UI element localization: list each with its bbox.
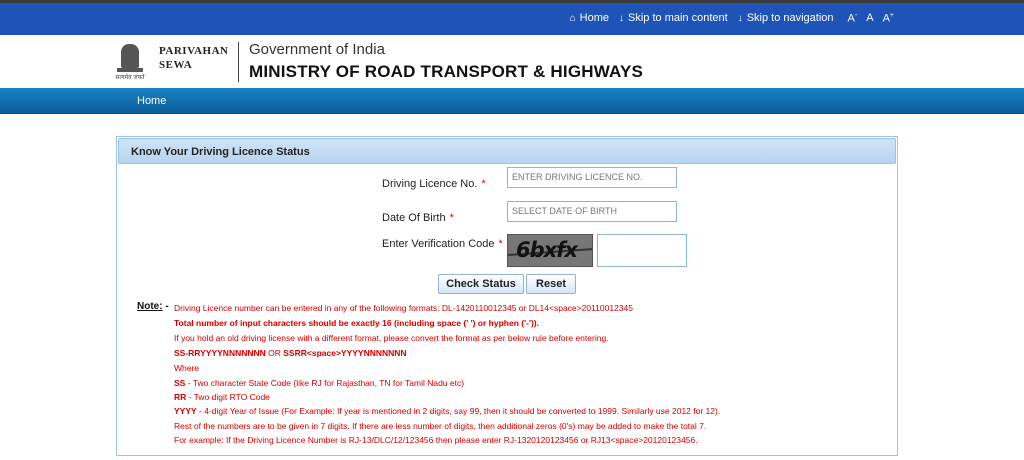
main-nav: Home	[0, 88, 1024, 114]
note-line: Driving Licence number can be entered in…	[174, 303, 633, 313]
font-normal-button[interactable]: A	[866, 12, 873, 25]
check-status-button[interactable]: Check Status	[438, 274, 524, 294]
government-title: Government of India	[249, 41, 385, 58]
note-line: Where	[174, 363, 200, 373]
arrow-down-icon: ↓	[737, 12, 743, 24]
note-line: RR - Two digit RTO Code	[174, 392, 270, 402]
panel-header: Know Your Driving Licence Status	[118, 138, 896, 164]
note-line: For example: If the Driving Licence Numb…	[174, 435, 698, 445]
ministry-title: MINISTRY OF ROAD TRANSPORT & HIGHWAYS	[249, 62, 644, 81]
note-line: SS-RRYYYYNNNNNNN OR SSRR<space>YYYYNNNNN…	[174, 348, 407, 358]
note-line: If you hold an old driving license with …	[174, 333, 609, 343]
emblem-motto: सत्यमेव जयते	[115, 75, 145, 81]
site-header: सत्यमेव जयते PARIVAHAN SEWA Government o…	[0, 35, 1024, 88]
font-size-controls: A- A A+	[848, 12, 894, 25]
note-title: Note: -	[137, 301, 169, 312]
dl-number-input[interactable]: ENTER DRIVING LICENCE NO.	[507, 167, 677, 188]
font-smaller-button[interactable]: A-	[848, 12, 858, 25]
font-larger-button[interactable]: A+	[883, 12, 894, 25]
home-icon: ⌂	[569, 12, 576, 24]
nav-home-link[interactable]: Home	[137, 95, 166, 107]
dob-input[interactable]: SELECT DATE OF BIRTH	[507, 201, 677, 222]
parivahan-logo[interactable]: PARIVAHAN SEWA	[159, 44, 229, 72]
skip-nav-link[interactable]: ↓ Skip to navigation	[738, 12, 834, 25]
captcha-image: 6bxfx	[507, 234, 593, 267]
skip-main-link[interactable]: ↓ Skip to main content	[619, 12, 728, 25]
header-divider	[238, 42, 239, 82]
captcha-label: Enter Verification Code *	[382, 238, 503, 250]
dob-label: Date Of Birth *	[382, 212, 454, 224]
note-line: YYYY - 4-digit Year of Issue (For Exampl…	[174, 406, 721, 416]
reset-button[interactable]: Reset	[526, 274, 576, 294]
national-emblem-icon: सत्यमेव जयते	[113, 42, 147, 82]
top-bar: ⌂ Home ↓ Skip to main content ↓ Skip to nav…	[0, 0, 1024, 35]
top-links: ⌂ Home ↓ Skip to main content ↓ Skip to nav…	[570, 12, 894, 25]
arrow-down-icon: ↓	[619, 12, 625, 24]
note-line: Rest of the numbers are to be given in 7…	[174, 421, 707, 431]
captcha-input[interactable]	[597, 234, 687, 267]
dl-number-label: Driving Licence No. *	[382, 178, 486, 190]
note-line: Total number of input characters should …	[174, 318, 539, 328]
panel-title: Know Your Driving Licence Status	[131, 146, 310, 158]
note-line: SS - Two character State Code (like RJ f…	[174, 378, 465, 388]
top-home-link[interactable]: ⌂ Home	[570, 12, 609, 25]
